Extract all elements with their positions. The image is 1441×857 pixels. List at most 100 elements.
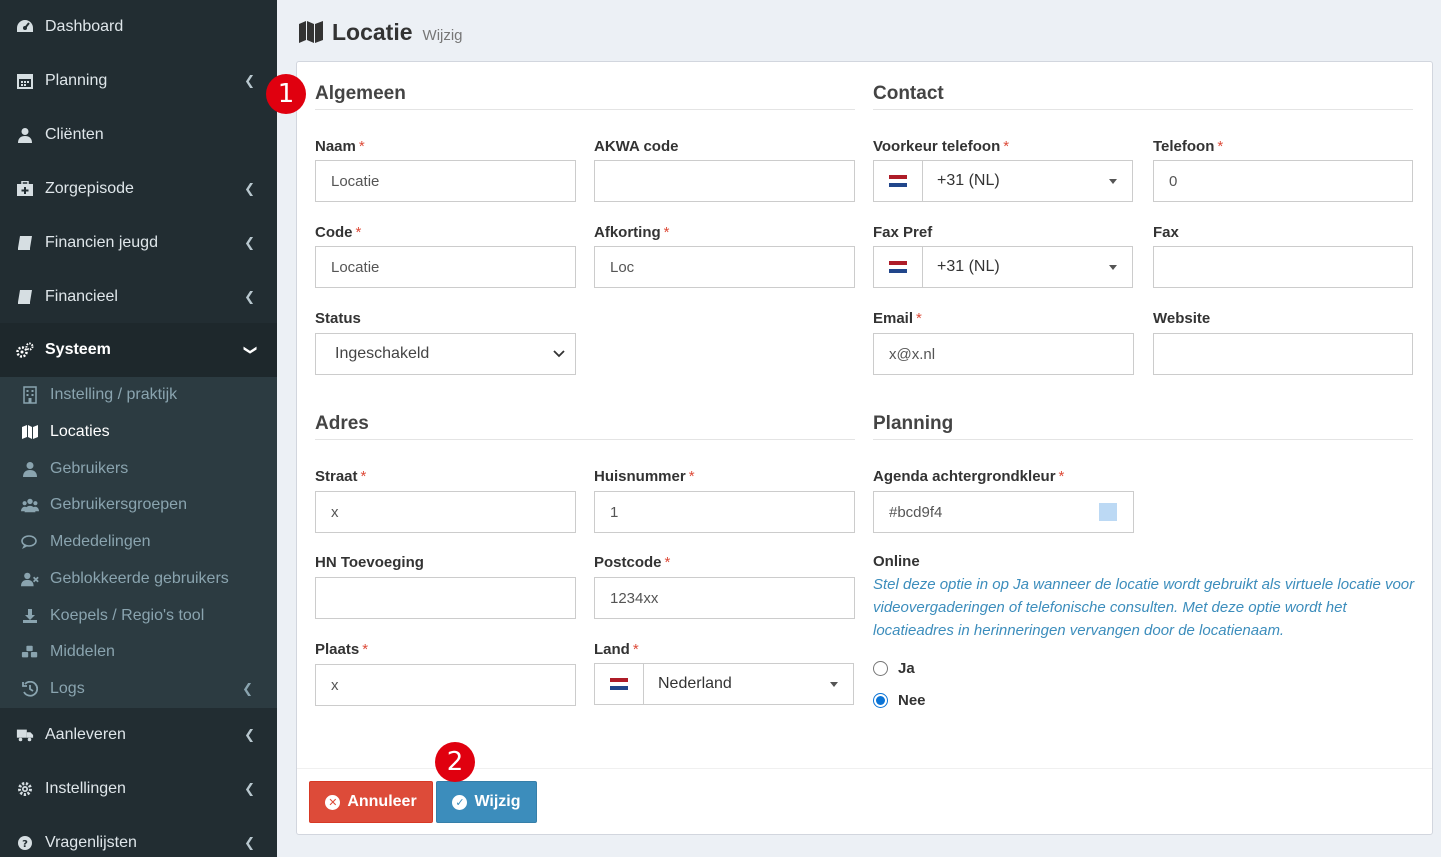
telefoon-label: Telefoon * — [1153, 138, 1224, 155]
agenda-kleur-input[interactable]: #bcd9f4 — [873, 491, 1084, 533]
chevron-left-icon: ❮ — [244, 181, 255, 196]
online-radio-ja[interactable]: Ja — [873, 660, 915, 677]
nl-flag-icon — [874, 247, 923, 287]
chevron-down-icon: ❮ — [241, 344, 257, 356]
sidebar-item-financieel[interactable]: Financieel ❮ — [0, 270, 277, 324]
section-title-planning: Planning — [873, 413, 1413, 440]
code-input[interactable]: Locatie — [315, 246, 576, 288]
submenu-item-label: Mededelingen — [50, 533, 151, 550]
afkorting-input[interactable]: Loc — [594, 246, 855, 288]
straat-input[interactable]: x — [315, 491, 576, 533]
email-input[interactable]: x@x.nl — [873, 333, 1134, 375]
page-header: Locatie Wijzig — [298, 14, 463, 50]
land-label: Land * — [594, 641, 639, 658]
sidebar-item-aanleveren[interactable]: Aanleveren ❮ — [0, 708, 277, 762]
sidebar-item-clienten[interactable]: Cliënten — [0, 108, 277, 162]
sidebar-item-dashboard[interactable]: Dashboard — [0, 0, 277, 54]
hn-toevoeging-input[interactable] — [315, 577, 576, 619]
sidebar-item-zorgepisode[interactable]: Zorgepisode ❮ — [0, 162, 277, 216]
sidebar-item-instellingen[interactable]: Instellingen ❮ — [0, 762, 277, 816]
dashboard-icon — [16, 18, 34, 36]
times-circle-icon: ✕ — [325, 794, 341, 810]
caret-down-icon — [830, 681, 838, 687]
cancel-button-label: Annuleer — [347, 793, 417, 810]
check-circle-icon: ✓ — [452, 794, 468, 810]
submenu-item-label: Middelen — [50, 643, 115, 660]
color-swatch — [1099, 503, 1117, 521]
submenu-item-label: Logs — [50, 680, 85, 697]
submenu-item-gebruikers[interactable]: Gebruikers — [0, 451, 277, 487]
fax-pref-select[interactable]: +31 (NL) — [873, 246, 1133, 288]
website-input[interactable] — [1153, 333, 1413, 375]
chevron-left-icon: ❮ — [244, 727, 255, 742]
user-icon — [21, 460, 39, 478]
submenu-item-label: Gebruikersgroepen — [50, 496, 187, 513]
fax-input[interactable] — [1153, 246, 1413, 288]
land-value: Nederland — [658, 675, 732, 692]
sidebar: Dashboard Planning ❮ Cliënten Zorgepisod… — [0, 0, 277, 857]
sidebar-item-label: Planning — [45, 72, 108, 89]
section-title-algemeen: Algemeen — [315, 83, 855, 110]
radio-nee[interactable] — [873, 693, 888, 708]
map-icon — [298, 20, 324, 44]
annotation-badge-2: 2 — [435, 742, 475, 782]
submenu-item-logs[interactable]: Logs ❮ — [0, 671, 277, 707]
plaats-label: Plaats * — [315, 641, 369, 658]
akwa-label: AKWA code — [594, 138, 679, 155]
cancel-button[interactable]: ✕ Annuleer — [309, 781, 433, 823]
nl-flag-icon — [595, 664, 644, 704]
submenu-item-instelling[interactable]: Instelling / praktijk — [0, 377, 277, 413]
submenu-item-label: Geblokkeerde gebruikers — [50, 570, 229, 587]
page-subtitle: Wijzig — [422, 26, 463, 44]
submenu-item-koepels[interactable]: Koepels / Regio's tool — [0, 598, 277, 634]
land-select[interactable]: Nederland — [594, 663, 854, 705]
sidebar-item-vragenlijsten[interactable]: ? Vragenlijsten ❮ — [0, 816, 277, 857]
section-title-adres: Adres — [315, 413, 855, 440]
color-picker-button[interactable] — [1083, 491, 1134, 533]
postcode-input[interactable]: 1234xx — [594, 577, 855, 619]
submenu-item-mededelingen[interactable]: Mededelingen — [0, 524, 277, 560]
caret-down-icon — [1109, 178, 1117, 184]
book-icon — [16, 288, 34, 306]
section-title-contact: Contact — [873, 83, 1413, 110]
submenu-item-label: Locaties — [50, 423, 110, 440]
download-icon — [21, 607, 39, 625]
akwa-input[interactable] — [594, 160, 855, 202]
plaats-input[interactable]: x — [315, 664, 576, 706]
sidebar-item-planning[interactable]: Planning ❮ — [0, 54, 277, 108]
medkit-icon — [16, 180, 34, 198]
naam-input[interactable]: Locatie — [315, 160, 576, 202]
cubes-icon — [21, 643, 39, 661]
straat-label: Straat * — [315, 468, 367, 485]
nl-flag-icon — [874, 161, 923, 201]
telefoon-input[interactable]: 0 — [1153, 160, 1413, 202]
afkorting-label: Afkorting * — [594, 224, 670, 241]
sidebar-item-systeem[interactable]: Systeem ❮ — [0, 323, 277, 377]
chevron-left-icon: ❮ — [244, 73, 255, 88]
submenu-item-middelen[interactable]: Middelen — [0, 634, 277, 670]
sidebar-item-label: Dashboard — [45, 18, 124, 35]
online-label: Online — [873, 553, 920, 570]
hn-toevoeging-label: HN Toevoeging — [315, 554, 424, 571]
voorkeur-telefoon-label: Voorkeur telefoon * — [873, 138, 1010, 155]
svg-text:?: ? — [22, 839, 28, 850]
voorkeur-telefoon-select[interactable]: +31 (NL) — [873, 160, 1133, 202]
huisnummer-input[interactable]: 1 — [594, 491, 855, 533]
save-button[interactable]: ✓ Wijzig — [436, 781, 537, 823]
fax-label: Fax — [1153, 224, 1179, 241]
submenu-item-geblokkeerde-gebruikers[interactable]: Geblokkeerde gebruikers — [0, 561, 277, 597]
submenu-item-gebruikersgroepen[interactable]: Gebruikersgroepen — [0, 487, 277, 523]
status-label: Status — [315, 310, 361, 327]
status-select[interactable]: Ingeschakeld — [315, 333, 576, 375]
sidebar-item-label: Instellingen — [45, 780, 126, 797]
save-button-label: Wijzig — [474, 793, 521, 810]
fax-pref-value: +31 (NL) — [937, 258, 1000, 275]
radio-ja[interactable] — [873, 661, 888, 676]
submenu-item-locaties[interactable]: Locaties — [0, 414, 277, 450]
truck-icon — [16, 726, 34, 744]
building-icon — [21, 386, 39, 404]
sidebar-item-financien-jeugd[interactable]: Financien jeugd ❮ — [0, 216, 277, 270]
online-radio-nee[interactable]: Nee — [873, 692, 926, 709]
sidebar-item-label: Financien jeugd — [45, 234, 158, 251]
caret-down-icon — [1109, 264, 1117, 270]
